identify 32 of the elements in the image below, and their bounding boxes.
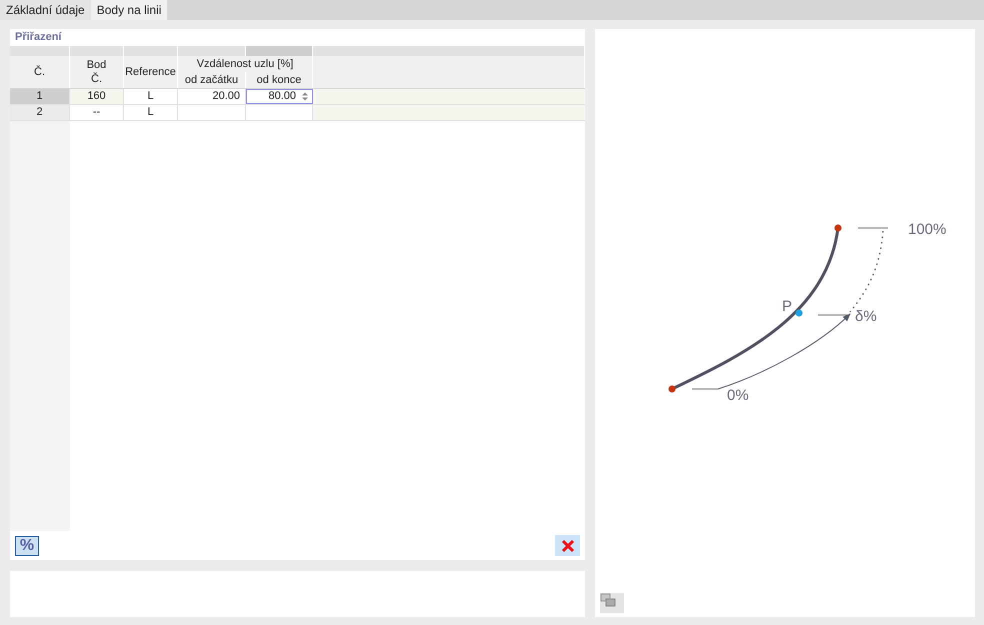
table-cell: L: [124, 89, 178, 104]
leader-line: [818, 314, 850, 316]
tab[interactable]: Základní údaje: [0, 0, 91, 20]
start-label: 0%: [727, 387, 749, 404]
number-input-field[interactable]: 80.00: [246, 89, 313, 104]
delete-button[interactable]: [555, 535, 580, 556]
tab[interactable]: Body na linii: [90, 0, 168, 20]
leader-line: [692, 388, 718, 390]
spinner-icon[interactable]: [302, 92, 308, 101]
column-header: od začátku: [178, 72, 246, 88]
table-cell: L: [124, 105, 178, 120]
column-group-header: Vzdálenost uzlu [%]: [178, 56, 313, 72]
row-header: 1: [10, 89, 70, 104]
table-cell: 160: [70, 89, 124, 104]
section-title: Přiřazení: [14, 30, 62, 45]
column-header: Reference: [124, 56, 178, 88]
view-button[interactable]: [600, 593, 624, 613]
end-label: 100%: [908, 221, 946, 238]
delete-icon: [562, 540, 574, 552]
column-header: Č.: [10, 56, 70, 88]
point-label: P: [782, 298, 792, 315]
point-marker: [796, 310, 802, 316]
copy-icon: [600, 593, 616, 607]
column-header: Bod Č.: [70, 56, 124, 88]
row-header: 2: [10, 105, 70, 120]
distance-label: δ%: [855, 308, 877, 325]
start-node: [668, 386, 676, 392]
end-node: [834, 224, 842, 232]
column-header: od konce: [246, 72, 313, 88]
table-cell: 20.00: [178, 89, 246, 104]
table-cell: --: [70, 105, 124, 120]
percent-toggle-button[interactable]: %: [15, 536, 39, 556]
